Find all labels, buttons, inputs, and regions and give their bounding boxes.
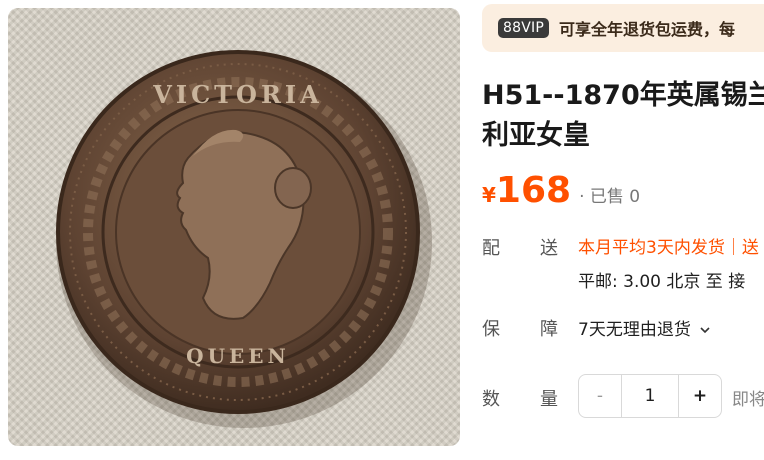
shipping-route[interactable]: 平邮: 3.00 北京 至 接 — [578, 267, 745, 292]
vip-banner-text: 可享全年退货包运费，每 — [558, 20, 735, 39]
coin-bottom-text: QUEEN — [186, 344, 290, 368]
guarantee-text: 7天无理由退货 — [578, 320, 691, 340]
increment-button[interactable]: + — [678, 375, 721, 417]
stock-hint: 即将 — [732, 390, 764, 410]
currency-symbol: ¥ — [482, 183, 496, 207]
vip-badge: 88VIP — [498, 18, 549, 38]
price-row: ¥ 168 · 已售 0 — [482, 170, 640, 211]
quantity-stepper[interactable]: - 1 + — [578, 374, 722, 418]
product-title-line-1: H51--1870年英属锡兰1 — [482, 80, 764, 111]
price-value: 168 — [495, 170, 572, 211]
vip-banner[interactable]: 88VIP 可享全年退货包运费，每 — [482, 4, 764, 52]
product-title-line-2: 利亚女皇 — [482, 120, 590, 151]
product-title: H51--1870年英属锡兰1 利亚女皇 — [482, 76, 764, 158]
shipping-info: 本月平均3天内发货｜送 — [578, 238, 759, 258]
chevron-down-icon — [700, 327, 710, 334]
decrement-button[interactable]: - — [579, 375, 622, 417]
product-image[interactable]: VICTORIA QUEEN — [8, 8, 460, 446]
quantity-input[interactable]: 1 — [622, 375, 678, 417]
coin-image: VICTORIA QUEEN — [56, 50, 432, 428]
coin-top-text: VICTORIA — [152, 80, 323, 109]
guarantee-dropdown[interactable]: 7天无理由退货 — [578, 315, 711, 340]
sold-count: · 已售 0 — [579, 187, 641, 207]
